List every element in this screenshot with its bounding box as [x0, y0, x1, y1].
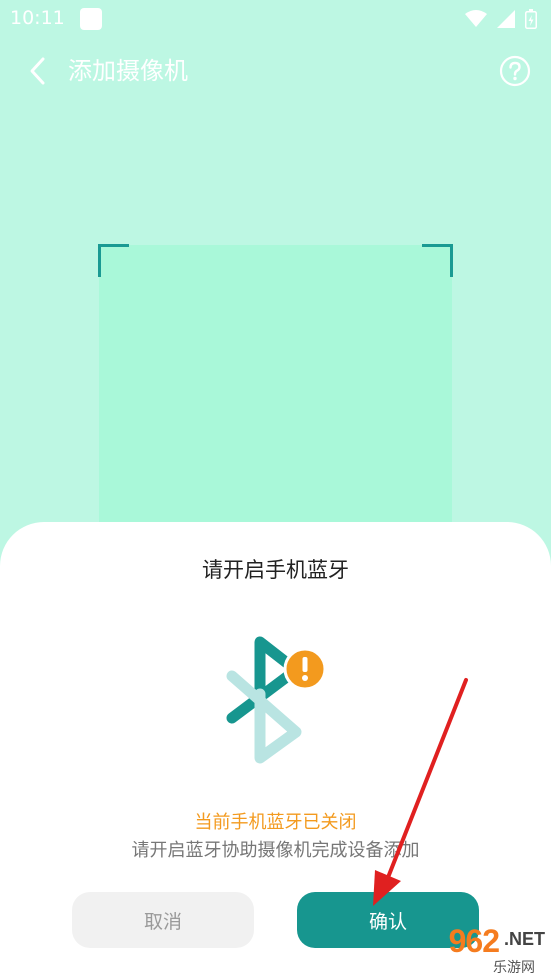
scan-frame [98, 244, 453, 545]
chevron-left-icon[interactable] [26, 55, 50, 87]
dialog-title: 请开启手机蓝牙 [202, 558, 349, 582]
scan-corner-top-left [98, 244, 129, 277]
notification-app-icon [80, 8, 102, 30]
page-title: 添加摄像机 [68, 57, 188, 85]
bluetooth-dialog: 请开启手机蓝牙 当前手机蓝牙已关闭 请开启蓝牙协助摄像机完成设备添加 取消 确认 [0, 522, 551, 979]
watermark-brand: 962 [448, 923, 500, 959]
site-watermark-logo: 962 .NET 乐游网 [407, 923, 545, 976]
wifi-icon [465, 10, 487, 27]
cell-signal-icon [497, 10, 515, 28]
bluetooth-off-warning: 当前手机蓝牙已关闭 [194, 812, 357, 833]
watermark-suffix: .NET [503, 929, 545, 949]
status-time: 10:11 [10, 7, 65, 29]
dialog-description: 请开启蓝牙协助摄像机完成设备添加 [131, 840, 420, 861]
status-icons [465, 8, 537, 30]
cancel-button[interactable]: 取消 [72, 892, 254, 948]
battery-icon [525, 9, 537, 29]
scan-corner-top-right [422, 244, 453, 277]
status-bar: 10:11 [0, 0, 551, 38]
app-header: 添加摄像机 [0, 45, 551, 97]
bluetooth-warning-icon [226, 636, 327, 764]
watermark-subtitle: 乐游网 [493, 960, 535, 976]
help-circle-icon[interactable] [499, 55, 531, 87]
